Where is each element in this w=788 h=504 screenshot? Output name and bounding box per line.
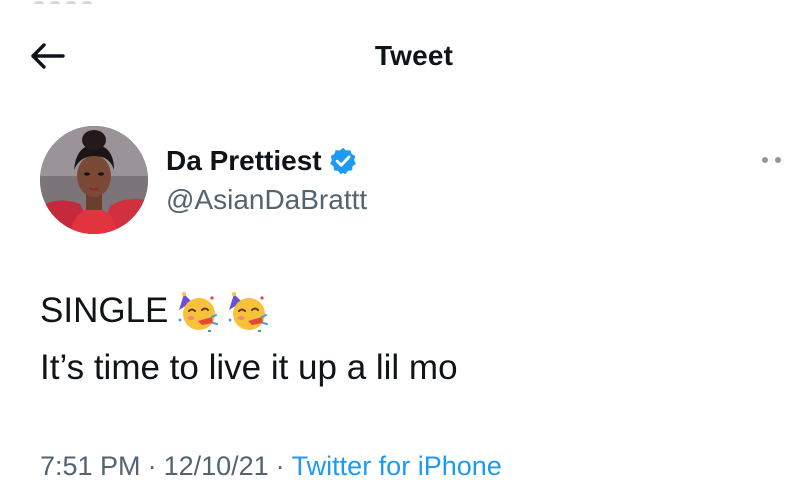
author-handle[interactable]: @AsianDaBrattt	[166, 182, 367, 218]
author-name[interactable]: Da Prettiest	[166, 143, 322, 179]
more-options-button[interactable]	[754, 148, 788, 172]
tweet-line-2: It’s time to live it up a lil mo	[40, 348, 458, 387]
tweet-line-1: SINGLE	[40, 282, 760, 339]
header: Tweet	[0, 26, 788, 86]
meta-separator: ·	[275, 451, 285, 481]
tweet-author: Da Prettiest @AsianDaBrattt	[40, 126, 781, 236]
meta-separator: ·	[147, 451, 157, 481]
author-name-row: Da Prettiest	[166, 142, 358, 180]
tweet-metadata: 7:51 PM · 12/10/21 · Twitter for iPhone	[40, 446, 502, 486]
tweet-source-link[interactable]: Twitter for iPhone	[292, 451, 502, 481]
verified-badge-icon	[328, 146, 358, 176]
tweet-text: SINGLE It’s time to live it up a lil mo	[40, 282, 760, 396]
partying-face-emoji-icon	[176, 290, 219, 332]
tweet-time: 7:51 PM	[40, 451, 141, 481]
status-bar-remnant	[34, 0, 154, 4]
tweet-line-1-text: SINGLE	[40, 291, 169, 330]
page-title: Tweet	[374, 40, 454, 71]
tweet-date: 12/10/21	[163, 451, 269, 481]
partying-face-emoji-icon	[226, 290, 269, 332]
more-horizontal-icon	[762, 157, 781, 163]
avatar[interactable]	[40, 126, 148, 234]
